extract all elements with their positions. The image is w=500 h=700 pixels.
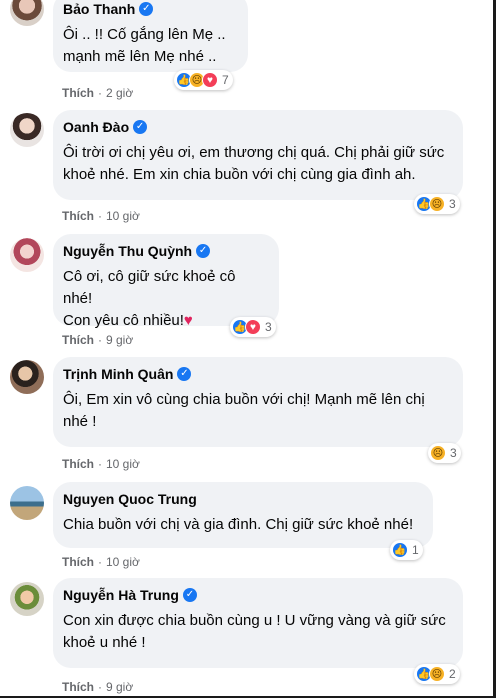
comment-actions: Thích · 2 giờ xyxy=(62,86,133,100)
comment-bubble: Oanh Đào ✓ Ôi trời ơi chị yêu ơi, em thư… xyxy=(53,110,463,200)
verified-badge-icon: ✓ xyxy=(139,2,154,16)
reaction-summary[interactable]: 👍 ☹ ♥ 7 xyxy=(174,70,233,90)
reaction-summary[interactable]: 👍 ☹ 3 xyxy=(414,194,460,214)
avatar[interactable] xyxy=(10,113,44,147)
reaction-count: 1 xyxy=(412,543,419,557)
sad-reaction-icon: ☹ xyxy=(430,445,446,461)
comment-text: Chia buồn với chị và gia đình. Chị giữ s… xyxy=(63,516,414,533)
commenter-name-text[interactable]: Nguyễn Thu Quỳnh xyxy=(63,242,192,260)
avatar[interactable] xyxy=(10,238,44,272)
commenter-name[interactable]: Trịnh Minh Quân ✓ xyxy=(63,365,451,383)
like-reaction-icon: 👍 xyxy=(392,542,408,558)
comment-actions: Thích · 9 giờ xyxy=(62,680,133,694)
timestamp[interactable]: 10 giờ xyxy=(106,457,140,471)
sad-reaction-icon: ☹ xyxy=(429,196,445,212)
avatar[interactable] xyxy=(10,360,44,394)
comment-bubble: Nguyen Quoc Trung Chia buồn với chị và g… xyxy=(53,482,433,548)
like-button[interactable]: Thích xyxy=(62,209,94,223)
reaction-count: 2 xyxy=(449,667,456,681)
reaction-summary[interactable]: 👍 1 xyxy=(390,540,423,560)
commenter-name-text[interactable]: Nguyen Quoc Trung xyxy=(63,490,197,508)
reaction-count: 3 xyxy=(449,197,456,211)
timestamp[interactable]: 2 giờ xyxy=(106,86,133,100)
separator-dot: · xyxy=(98,86,102,100)
reaction-count: 3 xyxy=(265,320,272,334)
like-button[interactable]: Thích xyxy=(62,457,94,471)
separator-dot: · xyxy=(98,680,102,694)
comment-text: Con xin được chia buồn cùng u ! U vững v… xyxy=(63,612,446,651)
separator-dot: · xyxy=(98,333,102,347)
verified-badge-icon: ✓ xyxy=(177,367,192,381)
like-button[interactable]: Thích xyxy=(62,680,94,694)
commenter-name[interactable]: Nguyễn Thu Quỳnh ✓ xyxy=(63,242,267,260)
reaction-summary[interactable]: 👍 ♥ 3 xyxy=(230,317,276,337)
separator-dot: · xyxy=(98,209,102,223)
comment-actions: Thích · 10 giờ xyxy=(62,457,140,471)
timestamp[interactable]: 10 giờ xyxy=(106,209,140,223)
commenter-name-text[interactable]: Oanh Đào xyxy=(63,118,129,136)
comment-text: Ôi trời ơi chị yêu ơi, em thương chị quá… xyxy=(63,144,445,183)
comment-bubble: Bảo Thanh ✓ Ôi .. !! Cố gắng lên Mẹ .. m… xyxy=(53,0,248,72)
avatar[interactable] xyxy=(10,486,44,520)
comment-bubble: Nguyễn Hà Trung ✓ Con xin được chia buồn… xyxy=(53,578,463,668)
like-button[interactable]: Thích xyxy=(62,86,94,100)
commenter-name[interactable]: Bảo Thanh ✓ xyxy=(63,0,236,18)
reaction-summary[interactable]: ☹ 3 xyxy=(428,443,461,463)
commenter-name-text[interactable]: Nguyễn Hà Trung xyxy=(63,586,179,604)
timestamp[interactable]: 9 giờ xyxy=(106,333,133,347)
comment-actions: Thích · 10 giờ xyxy=(62,209,140,223)
verified-badge-icon: ✓ xyxy=(133,120,148,134)
love-reaction-icon: ♥ xyxy=(202,72,218,88)
separator-dot: · xyxy=(98,457,102,471)
separator-dot: · xyxy=(98,555,102,569)
commenter-name[interactable]: Nguyen Quoc Trung xyxy=(63,490,421,508)
heart-emoji-icon: ♥ xyxy=(183,312,193,329)
like-button[interactable]: Thích xyxy=(62,555,94,569)
comment-bubble: Trịnh Minh Quân ✓ Ôi, Em xin vô cùng chi… xyxy=(53,357,463,447)
comment-actions: Thích · 10 giờ xyxy=(62,555,140,569)
comment-actions: Thích · 9 giờ xyxy=(62,333,133,347)
reaction-summary[interactable]: 👍 ☹ 2 xyxy=(414,664,460,684)
verified-badge-icon: ✓ xyxy=(196,244,211,258)
commenter-name[interactable]: Nguyễn Hà Trung ✓ xyxy=(63,586,451,604)
verified-badge-icon: ✓ xyxy=(182,588,197,602)
comment-text-body: Cô ơi, cô giữ sức khoẻ cô nhé! Con yêu c… xyxy=(63,268,236,329)
reaction-count: 7 xyxy=(222,73,229,87)
avatar[interactable] xyxy=(10,582,44,616)
commenter-name-text[interactable]: Bảo Thanh xyxy=(63,0,135,18)
reaction-count: 3 xyxy=(450,446,457,460)
timestamp[interactable]: 9 giờ xyxy=(106,680,133,694)
avatar[interactable] xyxy=(10,0,44,26)
comment-text: Ôi, Em xin vô cùng chia buồn với chị! Mạ… xyxy=(63,391,425,430)
commenter-name-text[interactable]: Trịnh Minh Quân xyxy=(63,365,173,383)
comment-bubble: Nguyễn Thu Quỳnh ✓ Cô ơi, cô giữ sức kho… xyxy=(53,234,279,329)
like-button[interactable]: Thích xyxy=(62,333,94,347)
sad-reaction-icon: ☹ xyxy=(429,666,445,682)
love-reaction-icon: ♥ xyxy=(245,319,261,335)
comment-text: Ôi .. !! Cố gắng lên Mẹ .. mạnh mẽ lên M… xyxy=(63,26,226,65)
timestamp[interactable]: 10 giờ xyxy=(106,555,140,569)
commenter-name[interactable]: Oanh Đào ✓ xyxy=(63,118,451,136)
